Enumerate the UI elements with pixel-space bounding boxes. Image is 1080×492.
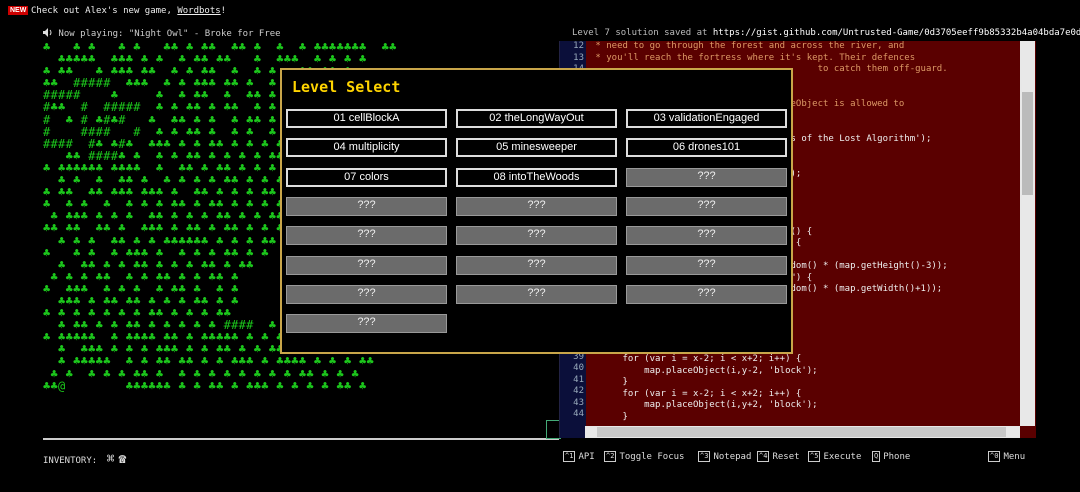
locked-level-button: ???: [626, 196, 787, 216]
level-button[interactable]: 04 multiplicity: [286, 138, 447, 158]
toolbar-button-notepad[interactable]: ^3 Notepad: [698, 451, 751, 462]
shortcut-key: ^1: [563, 451, 576, 462]
speaker-icon[interactable]: [43, 28, 58, 39]
code-line[interactable]: map.placeObject(i,y-2, 'block');: [590, 366, 1020, 378]
new-badge: NEW: [8, 6, 29, 15]
locked-level-button: ???: [626, 167, 787, 187]
line-number: 42: [573, 386, 584, 396]
toolbar-button-phone[interactable]: Q Phone: [872, 451, 910, 462]
level-select-title: Level Select: [292, 78, 401, 96]
shortcut-key: ^3: [698, 451, 711, 462]
level-button[interactable]: 03 validationEngaged: [626, 109, 787, 128]
toolbar-button-label: Notepad: [713, 452, 752, 462]
command-key-icon[interactable]: ⌘: [107, 452, 115, 467]
code-line[interactable]: for (var i = x-2; i < x+2; i++) {: [590, 354, 1020, 366]
locked-level-button: ???: [456, 196, 617, 216]
wordbots-link[interactable]: Wordbots: [177, 6, 220, 16]
locked-level-button: ???: [626, 255, 787, 275]
map-row: ♣♣@ ♣♣♣♣♣♣ ♣ ♣ ♣♣ ♣ ♣♣♣ ♣ ♣ ♣ ♣ ♣♣ ♣: [43, 378, 367, 393]
line-number: 43: [573, 397, 584, 408]
locked-level-button: ???: [286, 255, 447, 275]
now-playing[interactable]: Now playing: "Night Owl" - Broke for Fre…: [43, 28, 281, 39]
toolbar-button-label: Menu: [1003, 452, 1026, 462]
shortcut-key: Q: [872, 451, 881, 462]
toolbar-button-label: Execute: [823, 452, 862, 462]
line-number: 12: [573, 41, 584, 51]
editor-vertical-scroll-thumb[interactable]: [1022, 92, 1033, 195]
toolbar-button-menu[interactable]: ^0 Menu: [988, 451, 1025, 462]
locked-level-button: ???: [286, 314, 447, 334]
code-line[interactable]: map.placeObject(i,y+2, 'block');: [590, 400, 1020, 412]
line-number: 13: [573, 52, 584, 63]
locked-level-button: ???: [626, 226, 787, 246]
toolbar-button-label: Reset: [772, 452, 800, 462]
toolbar-button-api[interactable]: ^1 API: [563, 451, 595, 462]
locked-level-button: ???: [456, 226, 617, 246]
toolbar-button-label: Phone: [883, 452, 911, 462]
toolbar-button-label: API: [578, 452, 595, 462]
editor-horizontal-scroll-thumb[interactable]: [597, 427, 1006, 437]
saved-prefix: Level 7 solution saved at: [572, 28, 713, 38]
code-line[interactable]: }: [590, 412, 1020, 424]
shortcut-key: ^0: [988, 451, 1001, 462]
map-row: ♣ ♣ ♣ ♣ ♣ ♣♣ ♣ ♣ ♣ ♣ ♣ ♣ ♣ ♣ ♣ ♣♣ ♣ ♣ ♣: [43, 366, 360, 381]
toolbar-button-execute[interactable]: ^5 Execute: [808, 451, 861, 462]
toolbar-button-label: Toggle Focus: [619, 452, 685, 462]
locked-level-button: ???: [286, 196, 447, 216]
announcement-text: Check out Alex's new game, Wordbots!: [31, 6, 226, 16]
announcement-prefix: Check out Alex's new game,: [31, 6, 178, 16]
line-number: 40: [573, 363, 584, 373]
level-button[interactable]: 02 theLongWayOut: [456, 109, 617, 128]
locked-level-button: ???: [286, 226, 447, 246]
code-line[interactable]: * you'll reach the fortress where it's k…: [590, 53, 1020, 65]
level-button[interactable]: 05 minesweeper: [456, 138, 617, 158]
locked-level-button: ???: [286, 284, 447, 304]
shortcut-key: ^5: [808, 451, 821, 462]
map-row: ♣ ♣♣♣♣♣ ♣ ♣ ♣♣ ♣♣ ♣ ♣ ♣♣♣ ♣ ♣♣♣♣ ♣ ♣ ♣ ♣…: [43, 354, 375, 369]
phone-icon[interactable]: ☎: [118, 452, 126, 467]
code-line[interactable]: for (var i = x-2; i < x+2; i++) {: [590, 389, 1020, 401]
inventory-items: ⌘ ☎: [103, 452, 127, 467]
line-number: 41: [573, 374, 584, 385]
locked-level-button: ???: [456, 284, 617, 304]
line-number: 44: [573, 409, 584, 419]
locked-level-button: ???: [626, 284, 787, 304]
code-line[interactable]: }: [590, 377, 1020, 389]
code-line[interactable]: * need to go through the forest and acro…: [590, 41, 1020, 53]
now-playing-text: Now playing: "Night Owl" - Broke for Fre…: [58, 29, 281, 39]
gist-link[interactable]: https://gist.github.com/Untrusted-Game/0…: [713, 28, 1080, 38]
solution-saved-notice: Level 7 solution saved at https://gist.g…: [572, 28, 1080, 38]
inventory: INVENTORY: ⌘ ☎: [43, 452, 126, 467]
announcement-bar: NEW Check out Alex's new game, Wordbots!: [0, 0, 1080, 20]
level-button[interactable]: 07 colors: [286, 167, 447, 187]
inventory-label: INVENTORY:: [43, 456, 98, 466]
level-select-dialog: Level Select 01 cellBlockA 02 theLongWayO…: [280, 68, 793, 354]
level-button[interactable]: 06 drones101: [626, 138, 787, 158]
shortcut-key: ^2: [604, 451, 617, 462]
toolbar-button-reset[interactable]: ^4 Reset: [757, 451, 800, 462]
level-button[interactable]: 01 cellBlockA: [286, 109, 447, 128]
level-button[interactable]: 08 intoTheWoods: [456, 167, 617, 187]
shortcut-key: ^4: [757, 451, 770, 462]
toolbar-button-toggle-focus[interactable]: ^2 Toggle Focus: [604, 451, 684, 462]
announcement-suffix: !: [220, 6, 227, 16]
locked-level-button: ???: [456, 255, 617, 275]
